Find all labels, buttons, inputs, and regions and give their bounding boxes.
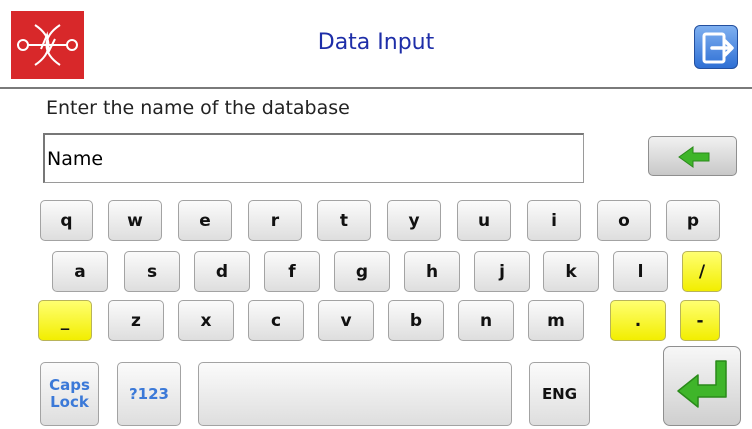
- key-underscore[interactable]: _: [38, 300, 92, 341]
- key-n[interactable]: n: [458, 300, 514, 341]
- key-m[interactable]: m: [528, 300, 584, 341]
- key-x[interactable]: x: [178, 300, 234, 341]
- prompt-label: Enter the name of the database: [46, 97, 350, 119]
- key-u[interactable]: u: [457, 200, 511, 241]
- enter-arrow-icon: [677, 360, 727, 408]
- key-r[interactable]: r: [248, 200, 302, 241]
- key-period[interactable]: .: [610, 300, 666, 341]
- caps-lock-key[interactable]: Caps Lock: [40, 362, 99, 426]
- key-e[interactable]: e: [178, 200, 232, 241]
- key-a[interactable]: a: [52, 251, 108, 292]
- symbols-key[interactable]: ?123: [117, 362, 181, 426]
- backspace-button[interactable]: [648, 136, 737, 176]
- key-q[interactable]: q: [40, 200, 93, 241]
- key-j[interactable]: j: [474, 251, 530, 292]
- key-p[interactable]: p: [666, 200, 720, 241]
- key-y[interactable]: y: [387, 200, 441, 241]
- key-slash[interactable]: /: [682, 251, 722, 292]
- key-o[interactable]: o: [597, 200, 651, 241]
- key-k[interactable]: k: [543, 251, 599, 292]
- key-v[interactable]: v: [318, 300, 374, 341]
- page-title: Data Input: [317, 30, 435, 55]
- key-t[interactable]: t: [317, 200, 371, 241]
- key-s[interactable]: s: [124, 251, 180, 292]
- key-h[interactable]: h: [404, 251, 460, 292]
- key-d[interactable]: d: [194, 251, 250, 292]
- space-key[interactable]: [198, 362, 512, 426]
- enter-button[interactable]: [663, 346, 741, 426]
- caps-lock-line2: Lock: [50, 393, 89, 411]
- key-w[interactable]: w: [108, 200, 162, 241]
- language-key[interactable]: ENG: [529, 362, 590, 426]
- database-name-input[interactable]: [43, 133, 584, 183]
- arrow-left-icon: [678, 146, 710, 168]
- exit-door-icon: [702, 32, 734, 64]
- key-f[interactable]: f: [264, 251, 320, 292]
- key-g[interactable]: g: [334, 251, 390, 292]
- exit-button[interactable]: [694, 25, 738, 69]
- caps-lock-line1: Caps: [49, 376, 90, 394]
- key-c[interactable]: c: [248, 300, 304, 341]
- key-l[interactable]: l: [613, 251, 668, 292]
- header-bar: Data Input: [0, 0, 752, 89]
- key-dash[interactable]: -: [680, 300, 720, 341]
- key-b[interactable]: b: [388, 300, 444, 341]
- key-i[interactable]: i: [527, 200, 581, 241]
- key-z[interactable]: z: [108, 300, 164, 341]
